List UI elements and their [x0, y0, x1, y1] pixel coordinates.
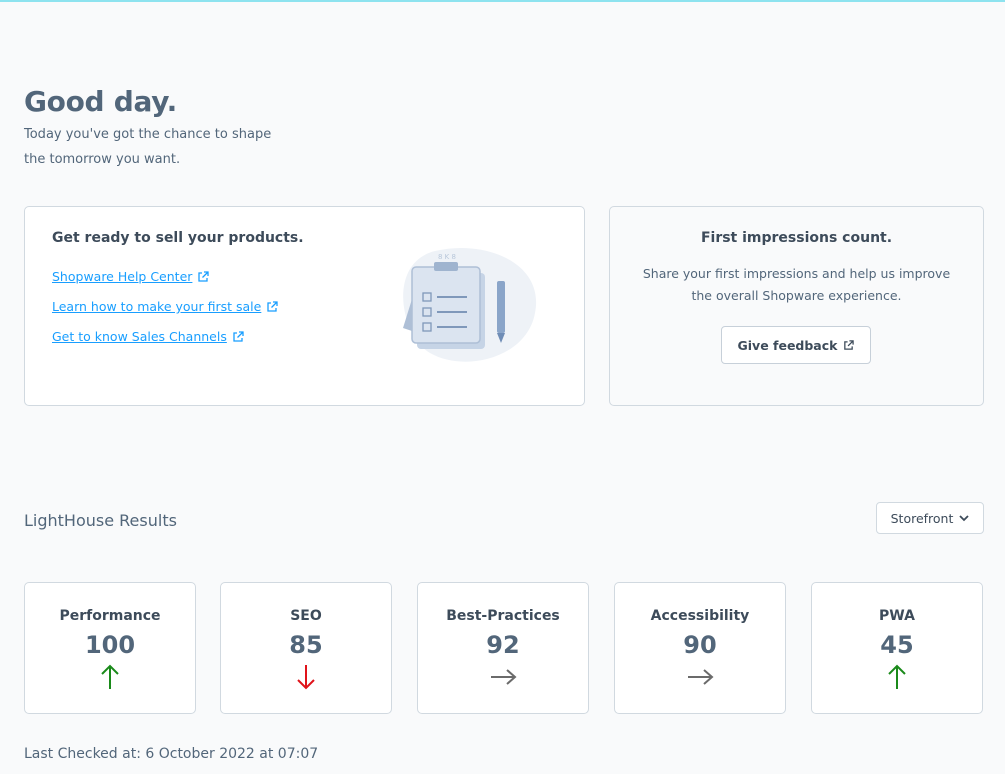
trend-arrow-up — [101, 664, 119, 689]
sales-channel-select[interactable]: Storefront — [876, 502, 984, 534]
external-link-icon — [233, 331, 244, 342]
metric-label: Accessibility — [650, 608, 750, 624]
trend-arrow-up — [888, 664, 906, 689]
sales-channel-select-value: Storefront — [890, 510, 954, 526]
metric-value: 100 — [84, 631, 136, 659]
metric-card-pwa: PWA 45 — [811, 582, 983, 714]
metric-value: 90 — [683, 631, 717, 659]
metric-label: Performance — [59, 608, 161, 624]
greeting-section: Good day. Today you've got the chance to… — [24, 84, 294, 172]
trend-arrow-icon — [888, 664, 906, 689]
get-ready-title: Get ready to sell your products. — [52, 230, 304, 246]
feedback-text: Share your first impressions and help us… — [642, 266, 951, 303]
metric-card-best-practices: Best-Practices 92 — [417, 582, 589, 714]
trend-arrow-icon — [101, 664, 119, 689]
sales-channels-link[interactable]: Get to know Sales Channels — [52, 322, 278, 352]
help-center-link[interactable]: Shopware Help Center — [52, 262, 278, 292]
trend-arrow-down — [297, 665, 315, 690]
lighthouse-title: LightHouse Results — [24, 511, 177, 530]
svg-text:8 K 8: 8 K 8 — [438, 253, 456, 261]
trend-arrow-icon — [491, 669, 517, 685]
external-link-icon — [267, 301, 278, 312]
get-ready-card: Get ready to sell your products. Shopwar… — [24, 206, 585, 406]
trend-arrow-flat — [491, 669, 517, 685]
external-link-icon — [198, 271, 210, 282]
page-title: Good day. — [24, 85, 177, 118]
sales-channels-label: Get to know Sales Channels — [52, 329, 227, 344]
metric-card-accessibility: Accessibility 90 — [614, 582, 786, 714]
first-sale-link[interactable]: Learn how to make your first sale — [52, 292, 278, 322]
metric-card-seo: SEO 85 — [220, 582, 392, 714]
metric-label: PWA — [879, 608, 915, 624]
give-feedback-label: Give feedback — [737, 337, 838, 353]
first-sale-label: Learn how to make your first sale — [52, 299, 262, 314]
clipboard-illustration: 8 K 8 — [403, 247, 537, 362]
feedback-card: First impressions count. Share your firs… — [609, 206, 984, 406]
help-center-label: Shopware Help Center — [52, 269, 193, 284]
metric-value: 92 — [486, 631, 520, 659]
trend-arrow-icon — [688, 669, 714, 685]
feedback-title: First impressions count. — [700, 230, 893, 246]
trend-arrow-flat — [688, 669, 714, 685]
give-feedback-button[interactable]: Give feedback — [721, 326, 871, 364]
metric-card-performance: Performance 100 — [24, 582, 196, 714]
metric-label: SEO — [290, 608, 322, 624]
help-links: Shopware Help Center Learn how to make y… — [52, 262, 278, 352]
metric-value: 85 — [289, 631, 323, 659]
chevron-down-icon — [959, 515, 970, 522]
trend-arrow-icon — [297, 665, 315, 690]
metric-value: 45 — [880, 631, 914, 659]
metric-label: Best-Practices — [446, 608, 560, 624]
greeting-subtitle: Today you've got the chance to shape the… — [24, 127, 272, 167]
last-checked-text: Last Checked at: 6 October 2022 at 07:07 — [24, 746, 319, 762]
external-link-icon — [844, 339, 855, 350]
top-accent-line — [0, 0, 1005, 2]
